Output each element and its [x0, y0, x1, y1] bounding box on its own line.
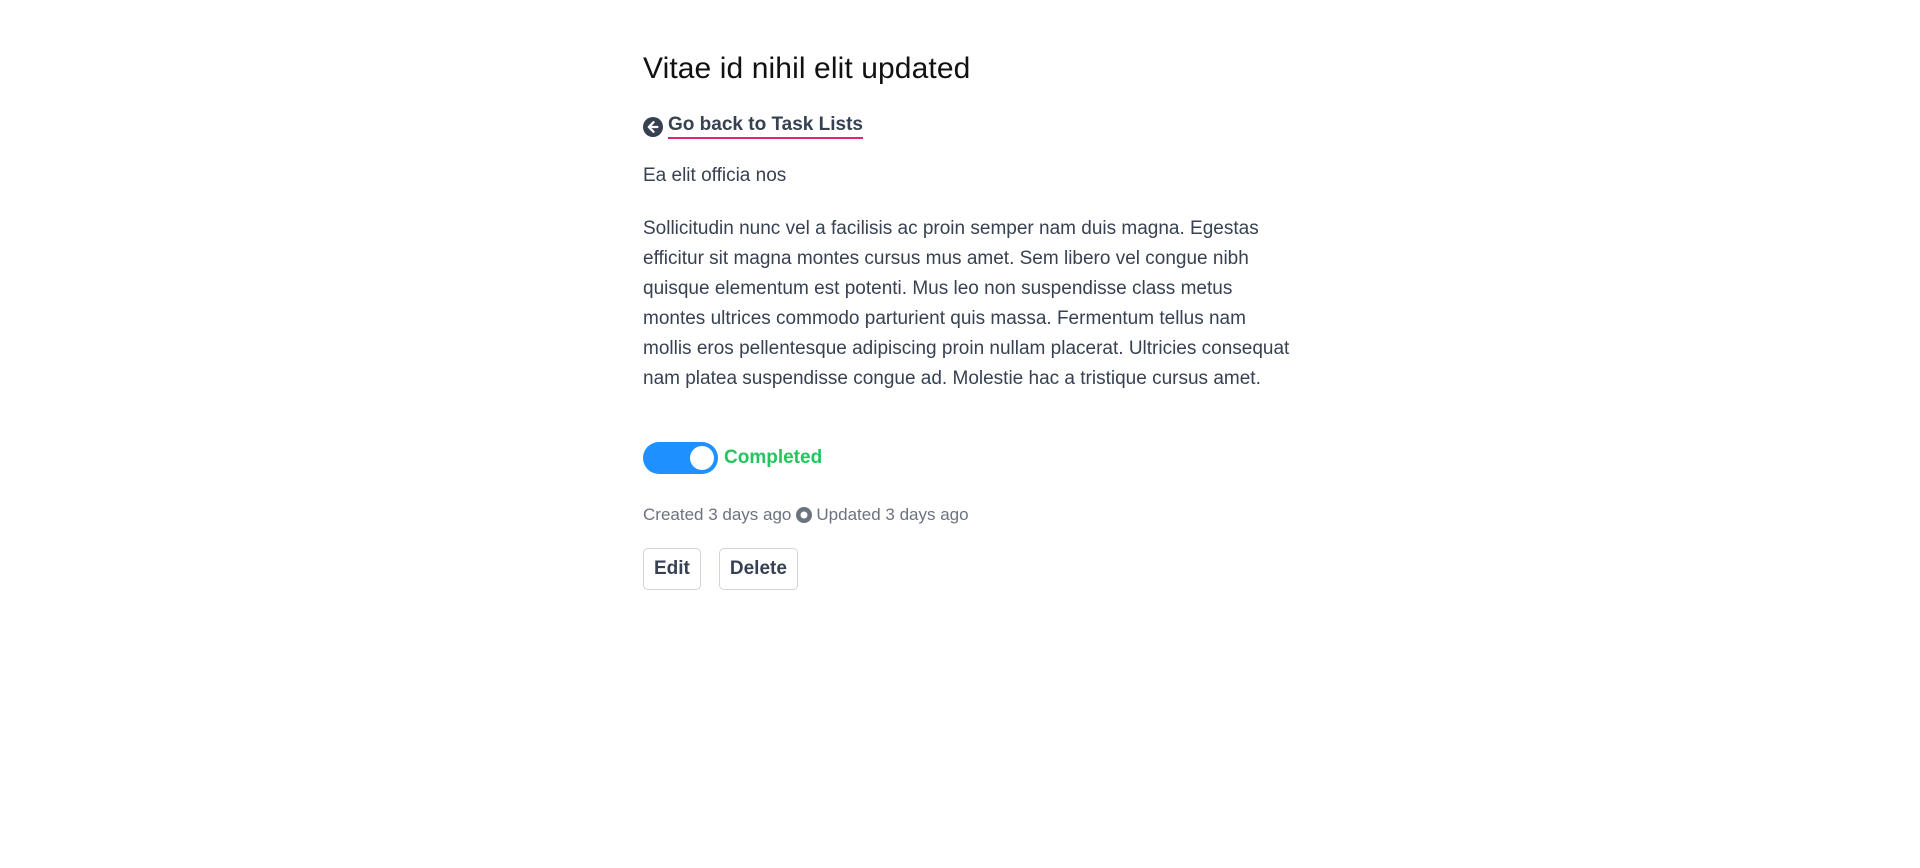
edit-button[interactable]: Edit [643, 548, 701, 590]
arrow-circle-left-icon [643, 116, 663, 137]
dot-circle-icon [795, 506, 813, 524]
task-meta: Created 3 days ago Updated 3 days ago [643, 505, 969, 525]
created-timestamp: Created 3 days ago [643, 505, 792, 524]
action-buttons: Edit Delete [643, 548, 798, 590]
page-title: Vitae id nihil elit updated [643, 52, 971, 85]
completion-status: Completed [643, 442, 822, 474]
back-to-task-lists-link[interactable]: Go back to Task Lists [643, 114, 863, 139]
back-link-label: Go back to Task Lists [668, 114, 863, 139]
task-description: Sollicitudin nunc vel a facilisis ac pro… [643, 218, 1290, 389]
delete-button[interactable]: Delete [718, 548, 798, 590]
completed-toggle[interactable] [643, 442, 718, 474]
status-label: Completed [724, 447, 823, 468]
task-subtitle: Ea elit officia nos [643, 165, 787, 186]
updated-timestamp: Updated 3 days ago [816, 505, 969, 524]
toggle-knob [690, 446, 714, 470]
